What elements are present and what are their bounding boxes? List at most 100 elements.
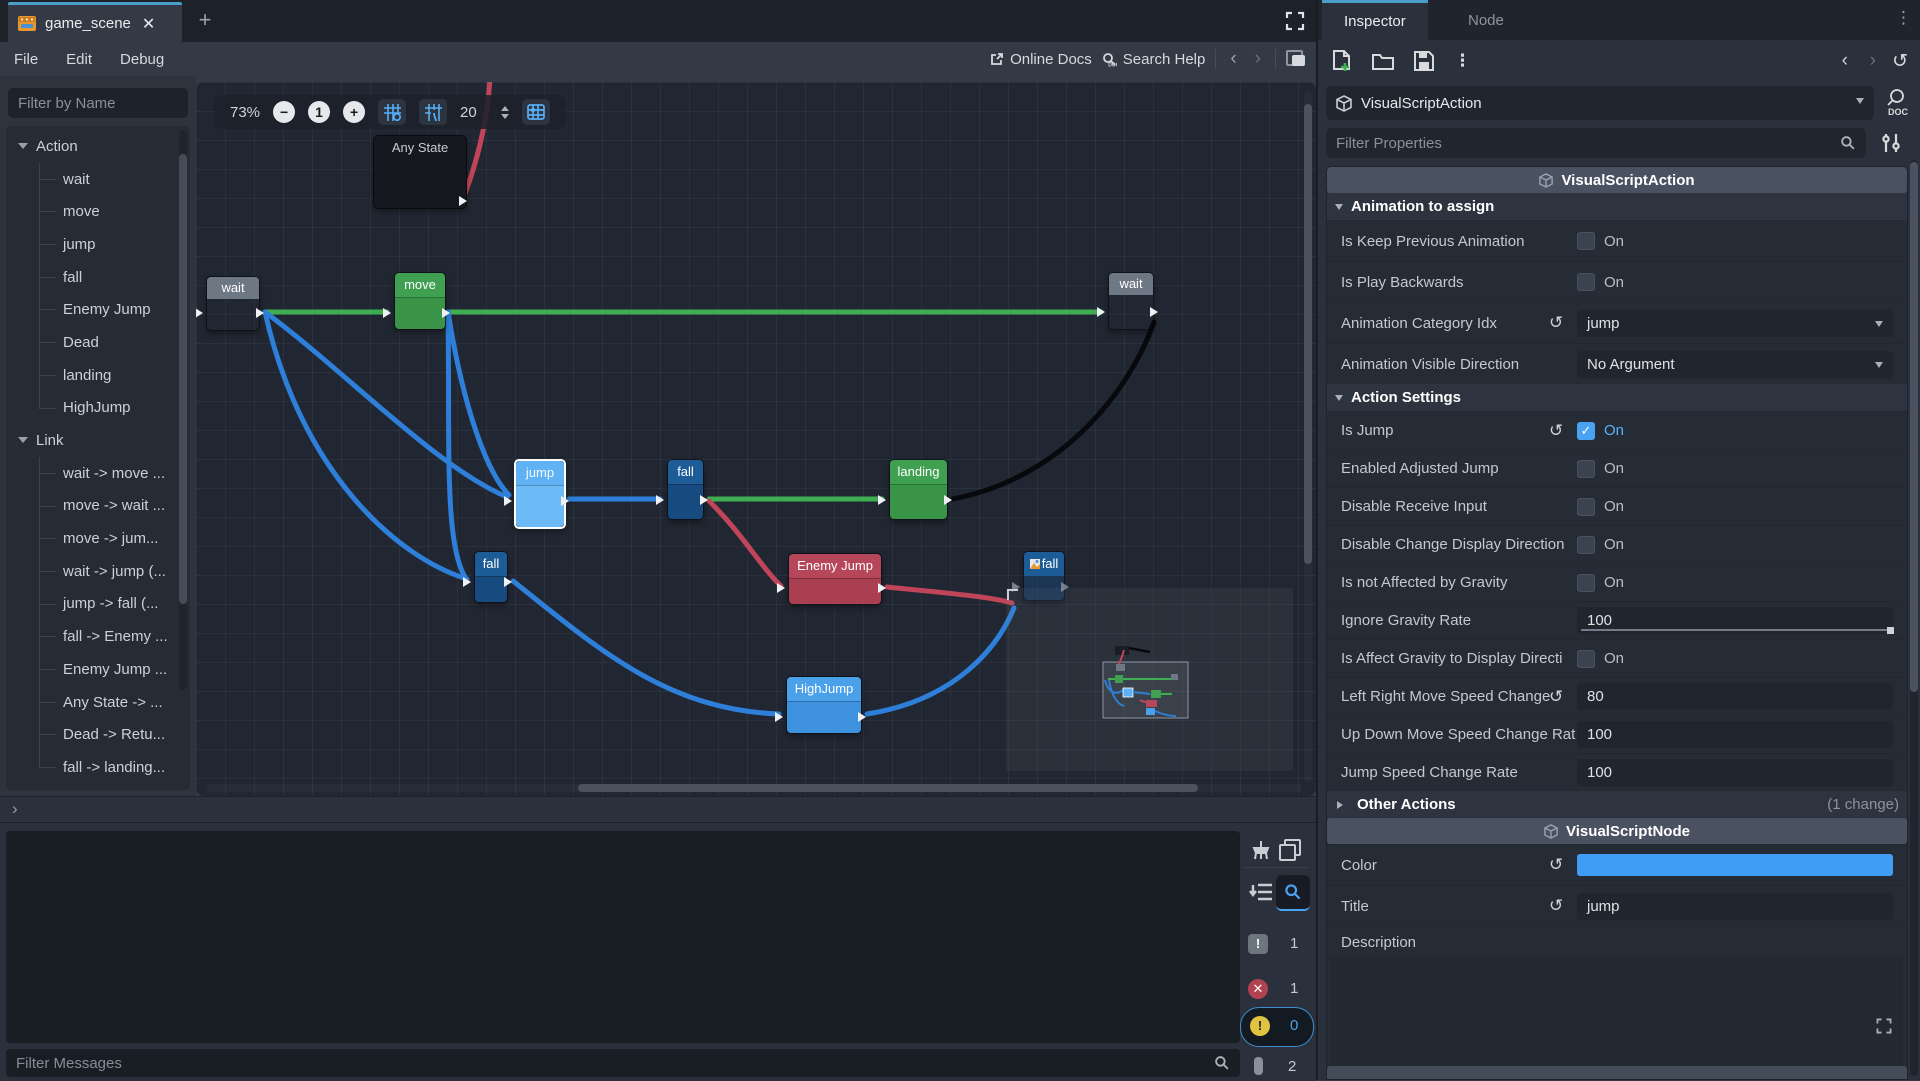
checkbox[interactable]	[1577, 574, 1595, 592]
graph-node-fall[interactable]: fall	[667, 459, 704, 520]
inspector-back-icon[interactable]: ‹	[1842, 50, 1848, 72]
revert-icon[interactable]: ↺	[1549, 855, 1563, 875]
tab-node[interactable]: Node	[1446, 0, 1526, 40]
graph-node-any-state[interactable]: Any State	[373, 135, 467, 209]
checkbox[interactable]	[1577, 650, 1595, 668]
checkbox[interactable]	[1577, 460, 1595, 478]
tree-item[interactable]: wait -> jump (...	[6, 555, 190, 588]
filter-by-name-input[interactable]: Filter by Name	[8, 88, 188, 118]
title-field[interactable]: jump	[1577, 893, 1893, 920]
notice-badge-icon[interactable]: !	[1248, 934, 1268, 954]
tree-item[interactable]: HighJump	[6, 392, 190, 425]
revert-icon[interactable]: ↺	[1549, 313, 1563, 333]
expand-textarea-icon[interactable]	[1875, 1017, 1893, 1035]
load-resource-icon[interactable]	[1372, 52, 1394, 70]
graph-node-enemy-jump[interactable]: Enemy Jump	[788, 553, 882, 605]
zoom-reset-button[interactable]: 1	[308, 101, 330, 123]
checkbox[interactable]	[1577, 273, 1595, 291]
search-help-button[interactable]: DOC Search Help	[1102, 51, 1206, 68]
revert-icon[interactable]: ↺	[1549, 687, 1563, 707]
checkbox[interactable]	[1577, 498, 1595, 516]
in-port[interactable]	[196, 308, 208, 318]
menu-edit[interactable]: Edit	[52, 51, 106, 68]
number-field[interactable]: 100	[1577, 721, 1893, 748]
filter-properties-input[interactable]: Filter Properties	[1326, 128, 1866, 158]
tree-item[interactable]: move	[6, 195, 190, 228]
new-tab-button[interactable]: +	[192, 8, 218, 34]
tree-item[interactable]: Dead	[6, 326, 190, 359]
expand-fullscreen-icon[interactable]	[1284, 10, 1306, 32]
revert-icon[interactable]: ↺	[1549, 421, 1563, 441]
inspector-scrollbar[interactable]	[1910, 160, 1918, 1076]
checkbox[interactable]	[1577, 536, 1595, 554]
tab-inspector[interactable]: Inspector	[1322, 0, 1428, 40]
graph-node-move[interactable]: move	[394, 272, 446, 330]
state-machine-graph[interactable]: Any State wait move jump fall landing fa…	[196, 82, 1316, 796]
inspector-forward-icon[interactable]: ›	[1870, 50, 1876, 72]
graph-node-fall-2[interactable]: fall	[474, 551, 508, 603]
tree-item[interactable]: Enemy Jump ...	[6, 653, 190, 686]
history-icon[interactable]: ↺	[1892, 50, 1908, 73]
in-port[interactable]	[504, 496, 517, 506]
revert-icon[interactable]: ↺	[1549, 896, 1563, 916]
graph-node-wait-2[interactable]: wait	[1108, 272, 1154, 330]
tree-item[interactable]: wait	[6, 163, 190, 196]
checkbox[interactable]	[1577, 232, 1595, 250]
tree-item[interactable]: jump -> fall (...	[6, 588, 190, 621]
graph-node-jump-selected[interactable]: jump	[514, 459, 566, 529]
tree-item[interactable]: move -> wait ...	[6, 490, 190, 523]
description-textarea[interactable]	[1331, 957, 1903, 1080]
save-resource-icon[interactable]	[1414, 51, 1434, 71]
close-tab-icon[interactable]: ✕	[142, 14, 155, 34]
minimap-toggle-icon[interactable]	[522, 99, 550, 125]
tree-item[interactable]: jump	[6, 228, 190, 261]
resource-picker[interactable]: VisualScriptAction	[1326, 86, 1874, 120]
in-port[interactable]	[656, 495, 669, 505]
resource-menu-icon[interactable]: ⋮	[1454, 51, 1471, 71]
tree-item[interactable]: fall -> Enemy ...	[6, 620, 190, 653]
tree-group-action[interactable]: Action	[6, 130, 190, 163]
open-docs-icon[interactable]: DOC	[1884, 88, 1908, 118]
section-animation-to-assign[interactable]: Animation to assign	[1327, 193, 1907, 220]
graph-node-highjump[interactable]: HighJump	[786, 676, 862, 734]
in-port[interactable]	[775, 712, 788, 722]
scene-tab[interactable]: game_scene ✕	[8, 2, 182, 42]
warning-badge-icon[interactable]: !	[1250, 1016, 1270, 1036]
section-action-settings[interactable]: Action Settings	[1327, 384, 1907, 411]
out-port[interactable]	[504, 577, 517, 587]
history-back-icon[interactable]: ‹	[1226, 48, 1240, 70]
menu-file[interactable]: File	[0, 51, 52, 68]
tree-item[interactable]: fall -> landing...	[6, 751, 190, 784]
new-resource-icon[interactable]	[1332, 50, 1352, 72]
tree-item[interactable]: landing	[6, 359, 190, 392]
output-log-area[interactable]	[6, 831, 1240, 1043]
tree-item[interactable]: move -> jum...	[6, 522, 190, 555]
grid-toggle-icon[interactable]	[419, 99, 447, 125]
in-port[interactable]	[1097, 307, 1110, 317]
slider-track[interactable]	[1581, 629, 1891, 631]
inspector-scrollbar-thumb[interactable]	[1910, 162, 1918, 692]
checkbox-checked[interactable]: ✓	[1577, 422, 1595, 440]
section-other-actions[interactable]: Other Actions (1 change)	[1327, 791, 1907, 818]
out-port[interactable]	[256, 308, 269, 318]
graph-hscrollbar[interactable]	[206, 784, 1302, 792]
expand-panel-chevron[interactable]: ›	[12, 799, 18, 819]
tree-item[interactable]: Dead -> Retu...	[6, 718, 190, 751]
search-messages-button[interactable]	[1276, 875, 1310, 911]
in-port[interactable]	[383, 308, 396, 318]
dropdown[interactable]: jump	[1577, 310, 1893, 337]
out-port[interactable]	[944, 495, 957, 505]
tree-group-link[interactable]: Link	[6, 424, 190, 457]
float-panel-icon[interactable]	[1286, 50, 1306, 68]
error-badge-icon[interactable]: ✕	[1248, 979, 1268, 999]
tree-item[interactable]: fall	[6, 261, 190, 294]
zoom-in-button[interactable]: +	[343, 101, 365, 123]
graph-minimap[interactable]	[1006, 588, 1293, 771]
snap-toggle-icon[interactable]	[378, 99, 406, 125]
out-port[interactable]	[459, 196, 472, 206]
snap-step-value[interactable]: 20	[460, 104, 486, 121]
graph-node-landing[interactable]: landing	[889, 459, 948, 520]
tree-item[interactable]: Any State -> ...	[6, 686, 190, 719]
in-port[interactable]	[777, 583, 790, 593]
in-port[interactable]	[463, 577, 476, 587]
